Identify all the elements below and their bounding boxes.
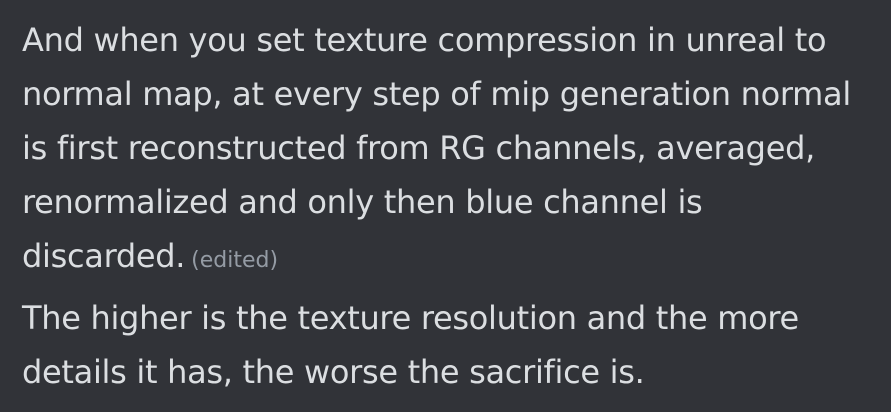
message-text-line: normal map, at every step of mip generat…	[22, 75, 851, 113]
message-text-line: is first reconstructed from RG channels,…	[22, 129, 815, 167]
message-text-line-last: discarded. (edited)	[22, 229, 882, 288]
message-text: discarded.	[22, 237, 186, 275]
chat-message[interactable]: The higher is the texture resolution and…	[22, 291, 882, 399]
edited-indicator[interactable]: (edited)	[191, 248, 278, 273]
message-text-line: renormalized and only then blue channel …	[22, 183, 703, 221]
message-text-line: details it has, the worse the sacrifice …	[22, 353, 645, 391]
chat-message[interactable]: And when you set texture compression in …	[22, 13, 882, 288]
message-text-line: The higher is the texture resolution and…	[22, 299, 799, 337]
chat-message-area: And when you set texture compression in …	[0, 0, 891, 412]
message-text-line: And when you set texture compression in …	[22, 21, 827, 59]
